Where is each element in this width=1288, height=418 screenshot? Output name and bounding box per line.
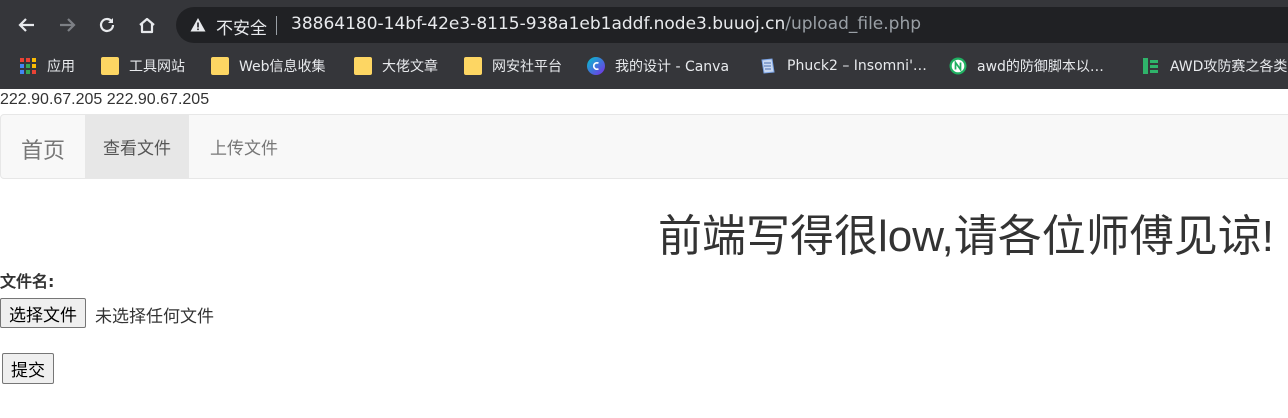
back-button[interactable] bbox=[12, 10, 42, 40]
folder-icon bbox=[101, 57, 119, 75]
nav-item-upload-file[interactable]: 上传文件 bbox=[192, 115, 296, 178]
bookmark-folder-tools[interactable]: 工具网站 bbox=[101, 50, 185, 82]
canva-logo-icon bbox=[587, 57, 605, 75]
bookmark-folder-security-platform[interactable]: 网安社平台 bbox=[464, 50, 562, 82]
address-divider bbox=[276, 16, 277, 35]
bookmark-folder-web-info[interactable]: Web信息收集 bbox=[211, 50, 326, 82]
security-label[interactable]: 不安全 bbox=[216, 14, 267, 39]
bookmark-label: AWD攻防赛之各类 bbox=[1170, 59, 1288, 75]
bookmark-awd-attack[interactable]: AWD攻防赛之各类 bbox=[1142, 50, 1287, 82]
bookmark-awd-defense[interactable]: awd的防御脚本以… bbox=[949, 50, 1104, 82]
reload-button[interactable] bbox=[92, 10, 122, 40]
back-arrow-icon bbox=[18, 18, 34, 32]
choose-file-button[interactable]: 选择文件 bbox=[0, 298, 86, 328]
client-ip-text: 222.90.67.205 222.90.67.205 bbox=[0, 91, 210, 108]
bookmark-folder-articles[interactable]: 大佬文章 bbox=[354, 50, 438, 82]
home-button[interactable] bbox=[132, 10, 162, 40]
submit-button[interactable]: 提交 bbox=[2, 353, 54, 384]
folder-icon bbox=[211, 57, 229, 75]
apps-grid-icon bbox=[20, 58, 36, 74]
bookmark-label: 应用 bbox=[47, 59, 75, 75]
forward-button[interactable] bbox=[52, 10, 82, 40]
bookmark-apps[interactable]: 应用 bbox=[19, 50, 75, 82]
bookmark-label: Web信息收集 bbox=[239, 59, 326, 75]
folder-icon bbox=[354, 57, 372, 75]
home-icon bbox=[139, 17, 155, 34]
url-host: 38864180-14bf-42e3-8115-938a1eb1addf.nod… bbox=[291, 14, 786, 34]
document-page-icon bbox=[761, 58, 775, 74]
nav-brand-home[interactable]: 首页 bbox=[21, 133, 65, 165]
bookmark-label: 网安社平台 bbox=[492, 59, 562, 75]
browser-toolbar: 不安全 38864180-14bf-42e3-8115-938a1eb1addf… bbox=[0, 0, 1288, 50]
bookmark-label: 工具网站 bbox=[129, 59, 185, 75]
warning-icon[interactable] bbox=[189, 16, 207, 34]
bookmark-phuck2[interactable]: Phuck2 – Insomni'… bbox=[759, 50, 927, 82]
address-bar[interactable]: 不安全 38864180-14bf-42e3-8115-938a1eb1addf… bbox=[176, 7, 1288, 43]
bookmark-label: Phuck2 – Insomni'… bbox=[787, 58, 927, 74]
nav-item-view-files[interactable]: 查看文件 bbox=[85, 115, 189, 178]
page-heading: 前端写得很low,请各位师傅见谅! bbox=[657, 212, 1274, 261]
bookmark-label: awd的防御脚本以… bbox=[977, 59, 1104, 75]
bookmark-canva[interactable]: 我的设计 - Canva bbox=[587, 50, 729, 82]
file-status-text: 未选择任何文件 bbox=[95, 307, 214, 327]
green-bars-logo-icon bbox=[1143, 58, 1158, 74]
file-name-label: 文件名: bbox=[0, 272, 55, 291]
folder-icon bbox=[464, 57, 482, 75]
bookmarks-bar: 应用 工具网站 Web信息收集 大佬文章 网安社平台 我的设计 - Canva … bbox=[0, 50, 1288, 89]
url-path: /upload_file.php bbox=[785, 14, 922, 34]
reload-icon bbox=[99, 17, 115, 33]
bookmark-label: 我的设计 - Canva bbox=[615, 59, 730, 75]
site-navbar: 首页 查看文件 上传文件 bbox=[0, 114, 1288, 179]
n-circle-logo-icon bbox=[949, 57, 967, 75]
forward-arrow-icon bbox=[60, 18, 76, 32]
url-text[interactable]: 38864180-14bf-42e3-8115-938a1eb1addf.nod… bbox=[291, 14, 921, 34]
bookmark-label: 大佬文章 bbox=[382, 59, 438, 75]
